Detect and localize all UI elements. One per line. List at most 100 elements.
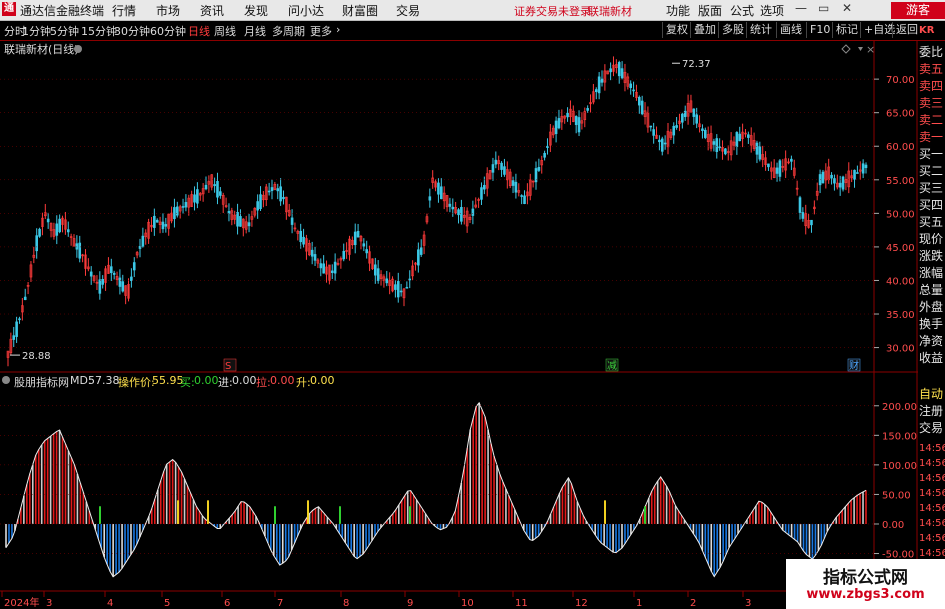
side-code: KR <box>919 25 935 36</box>
price-tick-label: 50.00 <box>886 209 915 220</box>
chart-area[interactable]: 联瑞新材(日线) 70.0065.0060.0055.0050.0045.004… <box>0 41 918 609</box>
menu-wenxiaoda[interactable]: 问小达 <box>288 2 324 19</box>
candle-body <box>75 243 79 250</box>
candle-body <box>374 264 377 276</box>
candle-body <box>620 68 624 79</box>
btn-biaoji[interactable]: 标记 <box>832 22 861 38</box>
period-15min[interactable]: 15分钟 <box>81 23 117 39</box>
candle-body <box>428 196 432 201</box>
chevron-right-icon[interactable]: › <box>336 23 340 36</box>
candle-body <box>483 184 486 190</box>
menu-shichang[interactable]: 市场 <box>156 2 180 19</box>
side-bottom-1[interactable]: 注册 <box>919 403 945 420</box>
pull-value: 0.00 <box>270 374 295 387</box>
date-label: 2 <box>690 598 696 609</box>
tick-time-5: 14:56 <box>919 518 945 529</box>
period-30min[interactable]: 30分钟 <box>114 23 150 39</box>
date-label: 7 <box>277 598 283 609</box>
candle-body <box>38 228 41 237</box>
price-tick-label: 55.00 <box>886 176 915 187</box>
side-label-7: 买二 <box>919 164 944 178</box>
candle-body <box>130 276 133 281</box>
candle-body <box>830 174 833 179</box>
btn-fuquan[interactable]: 复权 <box>662 22 691 38</box>
btn-huaxian[interactable]: 画线 <box>776 22 805 38</box>
candle-body <box>155 219 159 223</box>
period-multi[interactable]: 多周期 <box>272 23 305 39</box>
candle-body <box>503 166 506 175</box>
indicator-name: 股朋指标网 <box>14 376 69 389</box>
menu-hangqing[interactable]: 行情 <box>112 2 136 19</box>
btn-diejia[interactable]: 叠加 <box>690 22 719 38</box>
period-5min[interactable]: 5分钟 <box>50 23 79 39</box>
btn-back[interactable]: 返回 <box>892 22 921 38</box>
btn-duogu[interactable]: 多股 <box>718 22 747 38</box>
candle-body <box>356 230 360 238</box>
menu-gongneng[interactable]: 功能 <box>666 2 690 19</box>
candle-body <box>173 207 176 220</box>
candle-body <box>600 78 604 83</box>
candle-body <box>396 281 400 298</box>
candle-body <box>290 217 294 225</box>
candle-body <box>566 112 569 118</box>
candle-body <box>216 181 219 198</box>
menu-caifuquan[interactable]: 财富圈 <box>342 2 378 19</box>
md-value: 57.38 <box>88 374 120 387</box>
candle-body <box>629 83 632 88</box>
candle-body <box>617 62 621 77</box>
side-label-3: 卖三 <box>919 96 944 110</box>
candle-body <box>577 117 581 133</box>
candle-body <box>491 164 495 173</box>
close-panel-icon: × <box>866 43 875 56</box>
menu-gongshi[interactable]: 公式 <box>730 2 754 19</box>
candle-body <box>132 262 136 271</box>
menu-xuanxiang[interactable]: 选项 <box>760 2 784 19</box>
candle-body <box>78 242 82 259</box>
candle-body <box>448 203 452 207</box>
candle-body <box>715 138 719 152</box>
menu-jiaoyi[interactable]: 交易 <box>396 2 420 19</box>
menu-banmian[interactable]: 版面 <box>698 2 722 19</box>
minimize-icon[interactable]: — <box>795 1 807 15</box>
candle-body <box>683 110 687 118</box>
btn-tongji[interactable]: 统计 <box>746 22 775 38</box>
dropdown-icon <box>74 45 82 53</box>
candle-body <box>112 272 116 275</box>
candle-body <box>193 194 196 203</box>
menu-faxian[interactable]: 发现 <box>244 2 268 19</box>
candle-body <box>511 180 515 186</box>
candle-body <box>838 182 842 188</box>
close-icon[interactable]: ✕ <box>842 1 852 15</box>
candle-body <box>500 162 503 170</box>
candle-body <box>738 133 742 142</box>
candle-body <box>718 146 721 149</box>
period-monthly[interactable]: 月线 <box>244 23 266 39</box>
btn-f10[interactable]: F10 <box>806 22 833 38</box>
candle-body <box>330 270 334 273</box>
menu-zixun[interactable]: 资讯 <box>200 2 224 19</box>
maximize-icon[interactable]: ▭ <box>818 1 829 15</box>
tick-time-6: 14:56 <box>919 533 945 544</box>
period-daily[interactable]: 日线 <box>188 23 210 39</box>
candle-body <box>213 184 216 187</box>
candle-body <box>164 224 168 227</box>
period-60min[interactable]: 60分钟 <box>150 23 186 39</box>
candle-body <box>247 222 251 227</box>
side-label-16: 换手 <box>919 317 944 331</box>
side-bottom-2[interactable]: 交易 <box>919 420 945 437</box>
period-more[interactable]: 更多 <box>310 23 332 39</box>
login-notice[interactable]: 证券交易未登录 <box>514 3 591 19</box>
candle-body <box>798 197 802 213</box>
guest-button[interactable]: 游客 <box>891 2 945 19</box>
candle-body <box>821 171 825 184</box>
candle-body <box>342 250 346 260</box>
candle-body <box>204 184 208 190</box>
period-weekly[interactable]: 周线 <box>214 23 236 39</box>
candle-body <box>638 96 641 106</box>
candle-body <box>543 152 546 158</box>
period-1min[interactable]: 1分钟 <box>22 23 51 39</box>
candle-body <box>376 268 380 281</box>
candle-body <box>46 218 50 223</box>
side-bottom-0[interactable]: 自动 <box>919 386 945 403</box>
period-toolbar: 分时 1分钟 5分钟 15分钟 30分钟 60分钟 日线 周线 月线 多周期 更… <box>0 21 945 41</box>
